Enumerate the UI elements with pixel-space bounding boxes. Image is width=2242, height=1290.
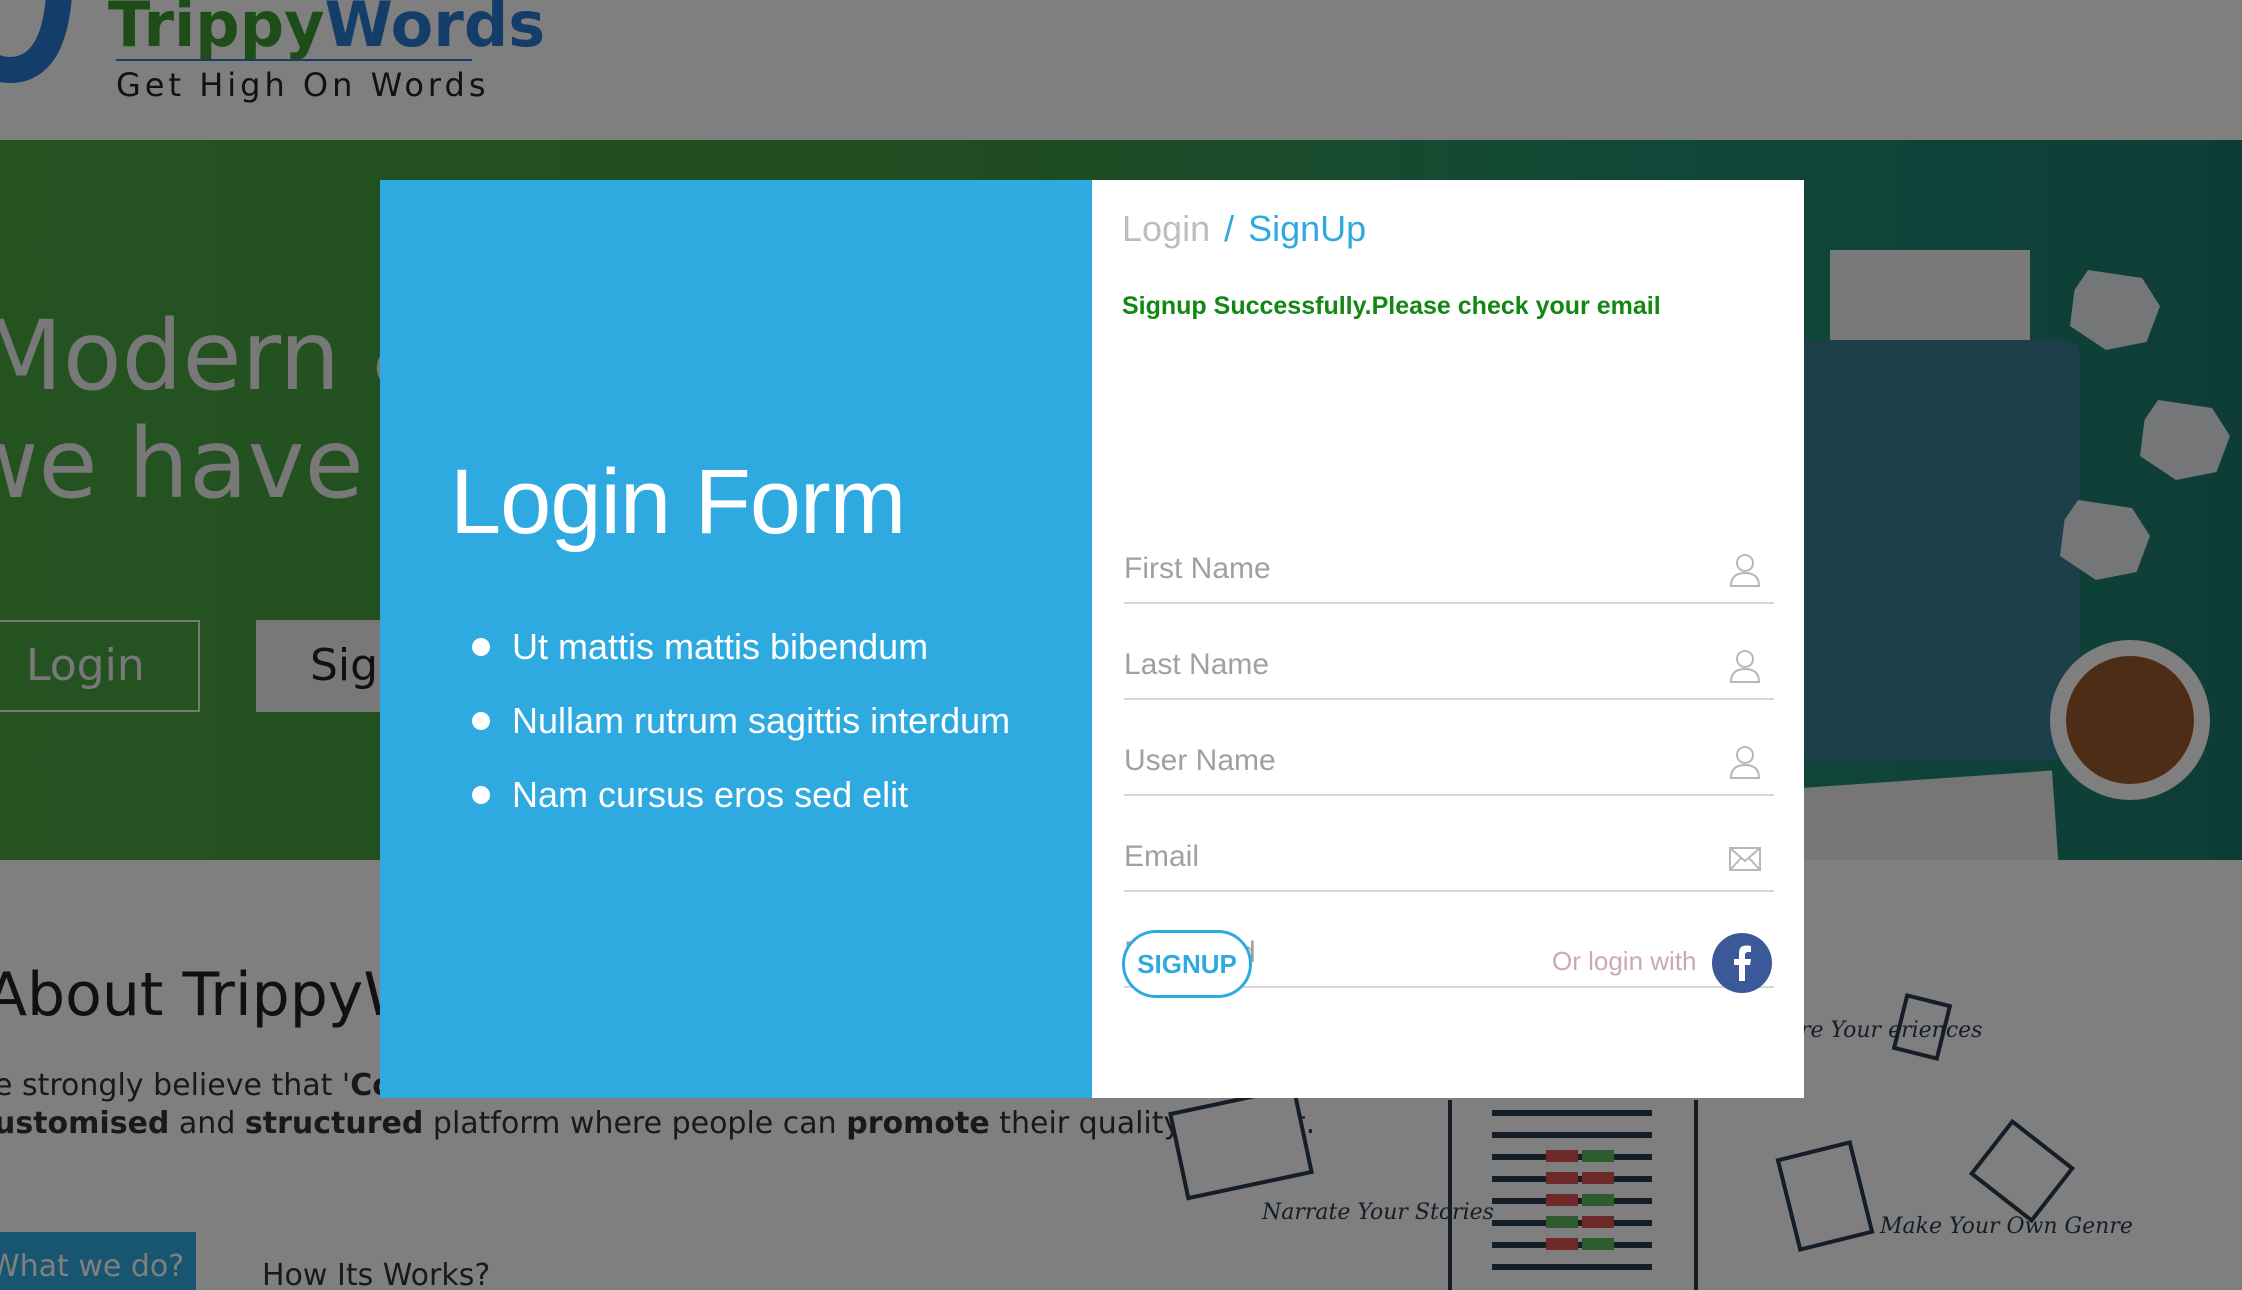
envelope-icon: [1729, 847, 1761, 871]
feature-item: Ut mattis mattis bibendum: [472, 610, 1010, 684]
last-name-field: [1124, 634, 1774, 700]
modal-info-panel: Login Form Ut mattis mattis bibendum Nul…: [380, 180, 1092, 1098]
tab-signup[interactable]: SignUp: [1248, 208, 1366, 249]
feature-item-label: Nam cursus eros sed elit: [512, 774, 909, 815]
signup-form-panel: Login / SignUp Signup Successfully.Please …: [1092, 180, 1804, 1098]
user-name-field: [1124, 730, 1774, 796]
auth-mode-tabs: Login / SignUp: [1122, 208, 1366, 250]
feature-list: Ut mattis mattis bibendum Nullam rutrum …: [472, 610, 1010, 832]
user-icon: [1729, 746, 1761, 779]
feature-item-label: Ut mattis mattis bibendum: [512, 626, 929, 667]
feature-item-label: Nullam rutrum sagittis interdum: [512, 700, 1011, 741]
feature-item: Nam cursus eros sed elit: [472, 758, 1010, 832]
first-name-input[interactable]: [1124, 538, 1704, 600]
bullet-icon: [472, 638, 490, 656]
modal-title: Login Form: [450, 451, 906, 553]
user-icon: [1729, 554, 1761, 587]
or-login-with-label: Or login with: [1552, 946, 1697, 976]
auth-modal: Login Form Ut mattis mattis bibendum Nul…: [380, 180, 1804, 1098]
signup-button[interactable]: SIGNUP: [1122, 930, 1252, 998]
bullet-icon: [472, 786, 490, 804]
user-icon: [1729, 650, 1761, 683]
tab-login[interactable]: Login: [1122, 208, 1210, 249]
feature-item: Nullam rutrum sagittis interdum: [472, 684, 1010, 758]
first-name-field: [1124, 538, 1774, 604]
facebook-login-button[interactable]: [1712, 933, 1772, 993]
facebook-icon: [1734, 945, 1751, 981]
email-input[interactable]: [1124, 826, 1704, 888]
email-field: [1124, 826, 1774, 892]
signup-success-message: Signup Successfully.Please check your em…: [1122, 292, 1661, 320]
bullet-icon: [472, 712, 490, 730]
last-name-input[interactable]: [1124, 634, 1704, 696]
tab-separator: /: [1224, 208, 1235, 249]
user-name-input[interactable]: [1124, 730, 1704, 792]
